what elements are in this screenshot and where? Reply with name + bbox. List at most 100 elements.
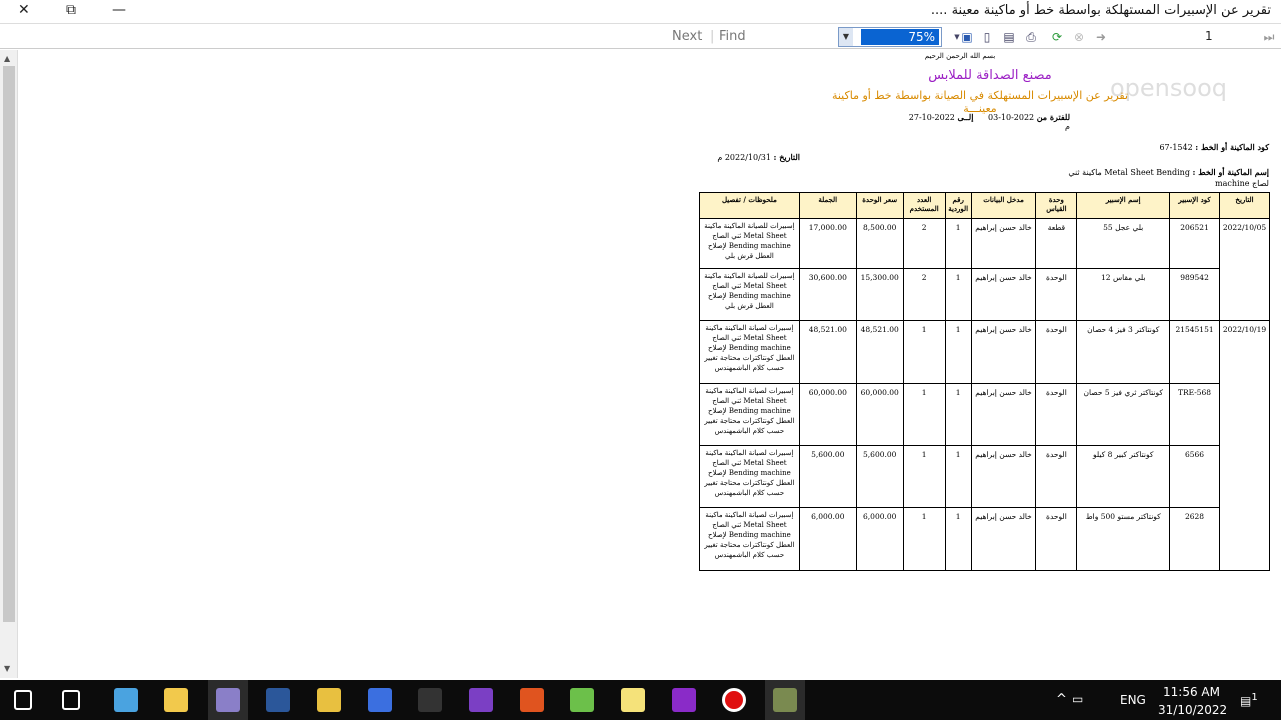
machine-code-value: 1542-67 bbox=[1159, 143, 1193, 152]
chevron-up-icon[interactable]: ^ bbox=[1056, 692, 1067, 707]
cell-qty: 1 bbox=[902, 383, 946, 446]
find-link[interactable]: Find bbox=[719, 29, 746, 44]
page-number-input[interactable]: 1 bbox=[1205, 29, 1213, 43]
forward-icon[interactable]: ➜ bbox=[1094, 30, 1108, 44]
report-date-suffix: م bbox=[717, 153, 723, 162]
visual-studio-icon[interactable] bbox=[469, 688, 493, 712]
cell-code: TRE-568 bbox=[1169, 383, 1221, 446]
cell-shift: 1 bbox=[944, 218, 972, 269]
start-icon[interactable] bbox=[14, 690, 32, 710]
cell-qty: 2 bbox=[902, 218, 946, 269]
terminal-icon[interactable] bbox=[418, 688, 442, 712]
zoom-select[interactable]: ▼ 75% bbox=[838, 27, 942, 47]
page-setup-icon[interactable]: ▤ bbox=[1002, 30, 1016, 44]
cell-unit: الوحدة bbox=[1035, 320, 1078, 384]
scroll-down-icon[interactable]: ▼ bbox=[4, 664, 10, 673]
column-header: العدد المستخدم bbox=[902, 192, 946, 219]
onenote-icon[interactable] bbox=[672, 688, 696, 712]
cell-price: 48,521.00 bbox=[855, 320, 904, 384]
close-button[interactable]: ✕ bbox=[18, 2, 30, 18]
cell-date: 2022/10/19 bbox=[1219, 320, 1270, 571]
clock-date[interactable]: 31/10/2022 bbox=[1158, 703, 1227, 717]
stop-icon[interactable]: ⊗ bbox=[1072, 30, 1086, 44]
cell-total: 6,000.00 bbox=[798, 507, 857, 571]
machine-name: إسم الماكينة أو الخط : Metal Sheet Bendi… bbox=[1059, 167, 1269, 189]
cell-shift: 1 bbox=[944, 383, 972, 446]
column-header: كود الإسبير bbox=[1169, 192, 1221, 219]
tools-icon[interactable] bbox=[317, 688, 341, 712]
cell-unit: الوحدة bbox=[1035, 268, 1078, 321]
cell-name: بلي مقاس 12 bbox=[1076, 268, 1171, 321]
machine-code: كود الماكينة أو الخط : 1542-67 bbox=[1159, 142, 1269, 152]
column-header: التاريخ bbox=[1219, 192, 1270, 219]
table-header-row: التاريخ كود الإسبير إسم الإسبير وحدة القياس… bbox=[699, 192, 1270, 219]
cell-qty: 2 bbox=[902, 268, 946, 321]
cell-date: 2022/10/05 bbox=[1219, 218, 1270, 321]
cell-qty: 1 bbox=[902, 507, 946, 571]
machine-code-label: كود الماكينة أو الخط : bbox=[1195, 142, 1269, 152]
scroll-up-icon[interactable]: ▲ bbox=[4, 54, 10, 63]
cell-unit: قطعة bbox=[1035, 218, 1078, 269]
vertical-scrollbar[interactable]: ▲ ▼ bbox=[0, 50, 18, 678]
recorder-icon[interactable] bbox=[722, 688, 746, 712]
chrome-icon[interactable] bbox=[520, 688, 544, 712]
cell-shift: 1 bbox=[944, 320, 972, 384]
scrollbar-thumb[interactable] bbox=[3, 66, 15, 622]
visual-studio-blend-icon[interactable] bbox=[216, 688, 240, 712]
table-row: 2022/10/19 21545151 كونتاكتر 3 فيز 4 حصان ا… bbox=[699, 320, 1270, 571]
find-next-link[interactable]: Next bbox=[672, 29, 702, 44]
cell-price: 5,600.00 bbox=[855, 445, 904, 508]
notification-count: 1 bbox=[1251, 692, 1258, 703]
machine-name-label: إسم الماكينة أو الخط : bbox=[1192, 167, 1270, 177]
column-header: ملحوظات / تفصيل bbox=[699, 192, 800, 219]
cell-total: 48,521.00 bbox=[798, 320, 857, 384]
chevron-down-icon[interactable]: ▼ bbox=[839, 28, 853, 46]
cell-code: 206521 bbox=[1169, 218, 1221, 269]
dbeaver-icon[interactable] bbox=[368, 688, 392, 712]
clock-time[interactable]: 11:56 AM bbox=[1163, 685, 1220, 699]
cell-price: 15,300.00 bbox=[855, 268, 904, 321]
network-icon[interactable]: ▭ bbox=[1072, 692, 1083, 706]
cell-shift: 1 bbox=[944, 507, 972, 571]
cell-name: كونتاكتر مستو 500 واط bbox=[1076, 507, 1171, 571]
cell-entry: خالد حسن إبراهيم bbox=[970, 383, 1037, 446]
table-row: 6566 كونتاكتر كبير 8 كيلو الوحدة خالد حسن إ… bbox=[699, 445, 1270, 508]
cell-entry: خالد حسن إبراهيم bbox=[970, 507, 1037, 571]
period-suffix: م bbox=[1065, 122, 1070, 131]
notification-icon[interactable]: ▤1 bbox=[1240, 692, 1258, 708]
control-panel-icon[interactable] bbox=[114, 688, 138, 712]
column-header: رقم الوردية bbox=[944, 192, 972, 219]
refresh-icon[interactable]: ⟳ bbox=[1050, 30, 1064, 44]
language-indicator[interactable]: ENG bbox=[1120, 693, 1146, 707]
zoom-value: 75% bbox=[861, 29, 939, 45]
sticky-notes-icon[interactable] bbox=[621, 688, 645, 712]
column-header: إسم الإسبير bbox=[1076, 192, 1171, 219]
cell-name: كونتاكتر كبير 8 كيلو bbox=[1076, 445, 1171, 508]
cell-name: كونتاكتر ثري فيز 5 حصان bbox=[1076, 383, 1171, 446]
cell-entry: خالد حسن إبراهيم bbox=[970, 218, 1037, 269]
cell-notes: إسبيرات لصيانة الماكينة ماكينة Metal She… bbox=[699, 507, 800, 571]
report-date-label: التاريخ : bbox=[773, 152, 800, 162]
report-tool-icon[interactable] bbox=[773, 688, 797, 712]
window-title: تقرير عن الإسبيرات المستهلكة بواسطة خط أ… bbox=[930, 3, 1271, 18]
restore-button[interactable]: ⧉ bbox=[66, 2, 76, 18]
book-icon[interactable]: ▯ bbox=[980, 30, 994, 44]
save-icon[interactable]: ▣ bbox=[960, 30, 974, 44]
file-explorer-icon[interactable] bbox=[164, 688, 188, 712]
report-date-value: 2022/10/31 bbox=[724, 153, 771, 162]
cell-entry: خالد حسن إبراهيم bbox=[970, 445, 1037, 508]
print-icon[interactable]: ⎙ bbox=[1024, 30, 1038, 44]
cell-notes: إسبيرات لصيانة الماكينة ماكينة Metal She… bbox=[699, 383, 800, 446]
column-header: وحدة القياس bbox=[1035, 192, 1078, 219]
cell-total: 60,000.00 bbox=[798, 383, 857, 446]
table-row: TRE-568 كونتاكتر ثري فيز 5 حصان الوحدة خالد… bbox=[699, 383, 1270, 446]
cell-name: كونتاكتر 3 فيز 4 حصان bbox=[1076, 320, 1171, 384]
task-view-icon[interactable] bbox=[62, 690, 80, 710]
minimize-button[interactable]: — bbox=[112, 2, 126, 18]
notepad-plus-icon[interactable] bbox=[570, 688, 594, 712]
cell-entry: خالد حسن إبراهيم bbox=[970, 320, 1037, 384]
cell-shift: 1 bbox=[944, 445, 972, 508]
cell-notes: إسبيرات للصيانة الماكينة ماكينة Metal Sh… bbox=[699, 218, 800, 269]
last-page-icon[interactable]: ⏭ bbox=[1262, 30, 1276, 44]
word-icon[interactable] bbox=[266, 688, 290, 712]
